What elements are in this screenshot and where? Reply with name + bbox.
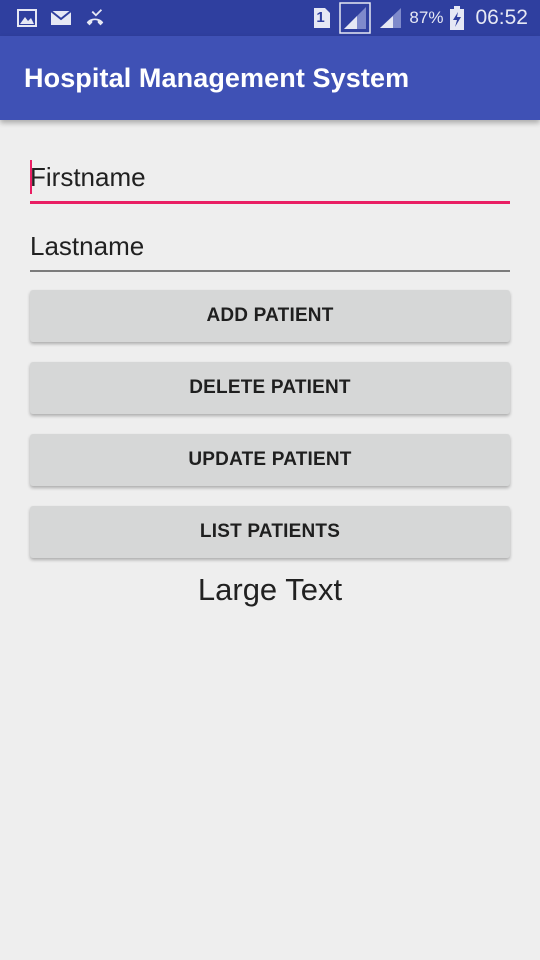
missed-call-icon bbox=[84, 8, 106, 28]
mail-icon bbox=[50, 8, 72, 28]
battery-percent: 87% bbox=[409, 8, 444, 27]
text-cursor bbox=[30, 160, 32, 194]
delete-patient-button[interactable]: DELETE PATIENT bbox=[30, 362, 510, 414]
status-time: 06:52 bbox=[475, 6, 528, 29]
sim-label: 1 bbox=[316, 9, 325, 26]
firstname-input[interactable] bbox=[30, 154, 510, 204]
update-patient-button[interactable]: UPDATE PATIENT bbox=[30, 434, 510, 486]
app-bar: Hospital Management System bbox=[0, 36, 540, 120]
lastname-input[interactable] bbox=[30, 222, 510, 272]
sim-icon: 1 bbox=[311, 8, 333, 28]
gallery-icon bbox=[16, 8, 38, 28]
status-bar: 1 87% 06:52 bbox=[0, 0, 540, 36]
signal-icon bbox=[339, 2, 372, 34]
list-patients-button[interactable]: LIST PATIENTS bbox=[30, 506, 510, 558]
app-title: Hospital Management System bbox=[24, 62, 410, 93]
add-patient-button[interactable]: ADD PATIENT bbox=[30, 290, 510, 342]
signal-icon bbox=[377, 8, 403, 28]
large-text: Large Text bbox=[197, 572, 343, 607]
battery-charging-icon bbox=[449, 6, 465, 30]
